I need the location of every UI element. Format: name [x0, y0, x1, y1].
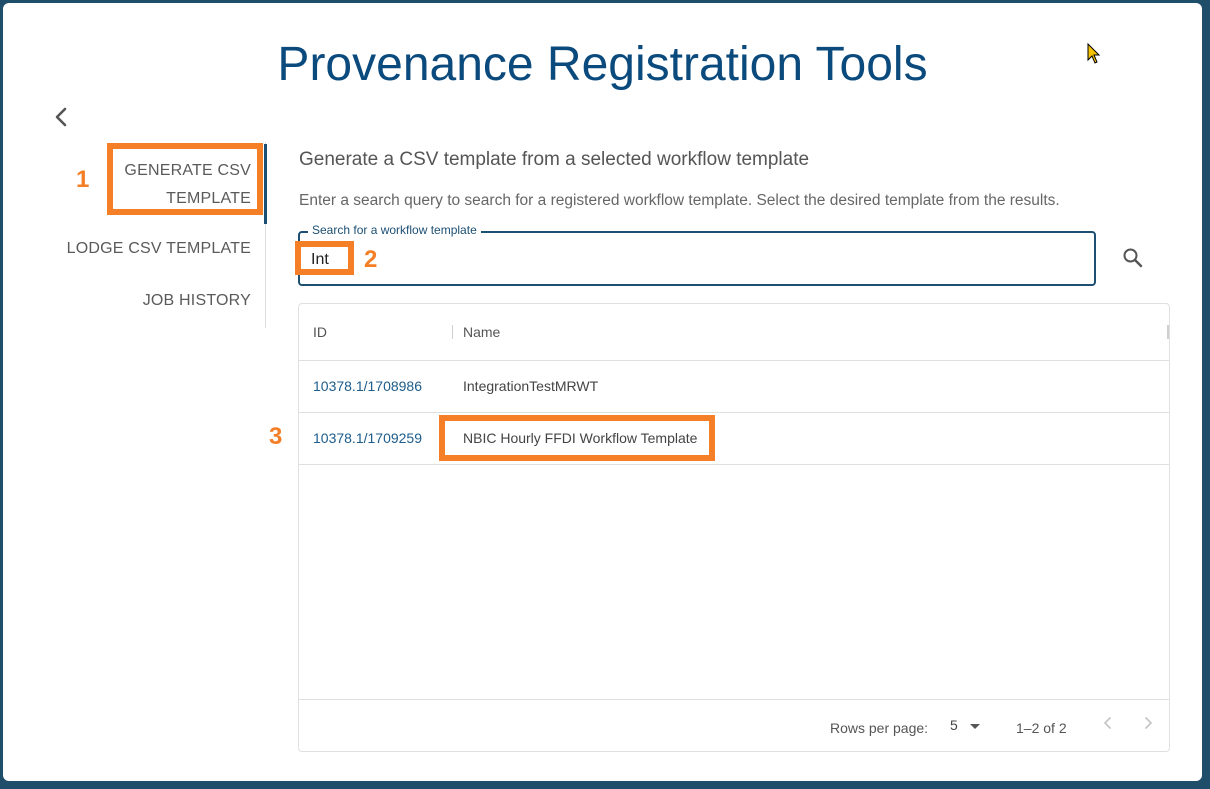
table-row[interactable]: 10378.1/1708986 IntegrationTestMRWT [299, 360, 1169, 413]
nav-active-indicator [264, 144, 267, 224]
nav-item-lodge-csv-template[interactable]: LODGE CSV TEMPLATE [31, 238, 251, 260]
row-id-link[interactable]: 10378.1/1709259 [313, 430, 422, 446]
pagination-range: 1–2 of 2 [1016, 720, 1067, 736]
annotation-label-2: 2 [364, 246, 378, 273]
table-pagination: Rows per page: 5 1–2 of 2 [299, 699, 1169, 753]
search-input[interactable] [311, 248, 1071, 272]
app-window: Provenance Registration Tools GENERATE C… [3, 3, 1202, 781]
nav-item-generate-csv-template[interactable]: GENERATE CSV TEMPLATE [121, 157, 251, 213]
search-icon[interactable] [1122, 247, 1144, 269]
rows-per-page-value: 5 [950, 717, 958, 733]
annotation-label-1: 1 [76, 166, 90, 193]
column-header-name[interactable]: Name [463, 324, 500, 340]
section-description: Enter a search query to search for a reg… [299, 192, 1060, 209]
chevron-left-icon[interactable] [51, 105, 71, 129]
row-name: NBIC Hourly FFDI Workflow Template [463, 430, 698, 446]
page-title: Provenance Registration Tools [277, 38, 928, 91]
chevron-right-icon[interactable] [1141, 715, 1155, 731]
caret-down-icon [970, 724, 980, 729]
row-id-link[interactable]: 10378.1/1708986 [313, 378, 422, 394]
row-name: IntegrationTestMRWT [463, 378, 599, 394]
rows-per-page-select[interactable]: 5 [950, 717, 984, 739]
annotation-label-3: 3 [269, 423, 283, 450]
column-header-id[interactable]: ID [313, 324, 327, 340]
rows-per-page-label: Rows per page: [830, 720, 929, 736]
results-table: ID Name 10378.1/1708986 IntegrationTestM… [298, 303, 1170, 752]
table-header: ID Name [299, 304, 1169, 361]
column-separator[interactable] [452, 325, 453, 339]
table-row[interactable]: 10378.1/1709259 NBIC Hourly FFDI Workflo… [299, 412, 1169, 465]
section-heading: Generate a CSV template from a selected … [299, 149, 810, 170]
mouse-cursor-icon [1087, 43, 1101, 64]
nav-item-job-history[interactable]: JOB HISTORY [31, 290, 251, 312]
search-field-label: Search for a workflow template [308, 223, 481, 237]
column-separator[interactable] [1167, 325, 1169, 339]
chevron-left-icon[interactable] [1101, 715, 1115, 731]
